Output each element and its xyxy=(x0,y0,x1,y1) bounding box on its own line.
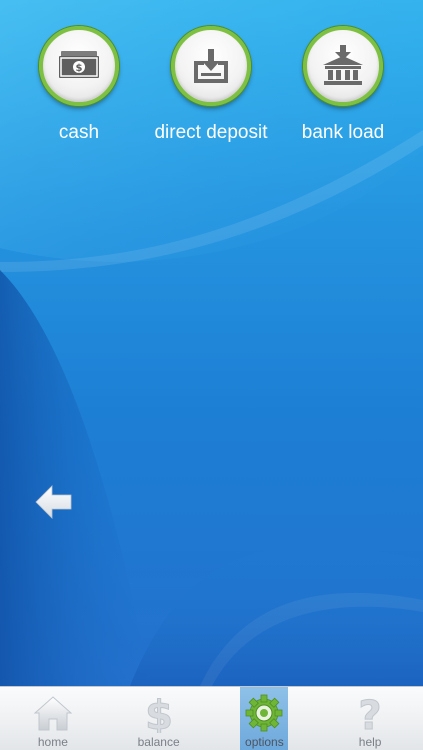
tab-help-label: help xyxy=(358,735,382,749)
svg-text:$: $ xyxy=(76,63,83,74)
option-bank-load[interactable]: bank load xyxy=(273,26,413,144)
tab-options-area[interactable]: options xyxy=(240,687,289,750)
option-cash[interactable]: $ cash xyxy=(9,26,149,144)
tab-home[interactable]: home xyxy=(0,687,106,750)
tab-balance-area[interactable]: $ balance xyxy=(135,687,183,750)
tab-help[interactable]: ? help xyxy=(317,687,423,750)
cash-icon: $ xyxy=(59,51,99,78)
tab-balance[interactable]: $ balance xyxy=(106,687,212,750)
dollar-icon: $ xyxy=(144,693,173,733)
tab-options[interactable]: options xyxy=(212,687,318,750)
gear-icon xyxy=(245,694,283,732)
direct-deposit-button[interactable] xyxy=(171,26,251,106)
back-arrow-icon xyxy=(35,485,72,519)
direct-deposit-label: direct deposit xyxy=(154,122,268,143)
bank-load-label: bank load xyxy=(301,122,385,143)
tab-bar: home $ balance options ? help xyxy=(0,686,423,750)
load-options: $ cash direct deposit bank load xyxy=(0,26,423,156)
direct-deposit-icon xyxy=(194,49,228,83)
bank-load-icon xyxy=(323,45,363,85)
option-direct-deposit[interactable]: direct deposit xyxy=(141,26,281,144)
cash-label: cash xyxy=(58,122,100,143)
tab-home-area[interactable]: home xyxy=(29,687,77,750)
cash-button[interactable]: $ xyxy=(39,26,119,106)
svg-text:?: ? xyxy=(359,693,382,733)
tab-balance-label: balance xyxy=(137,735,180,749)
bank-load-button[interactable] xyxy=(303,26,383,106)
tab-home-label: home xyxy=(37,735,68,749)
tab-options-label: options xyxy=(245,735,284,749)
svg-text:$: $ xyxy=(145,693,173,733)
tab-help-area[interactable]: ? help xyxy=(346,687,394,750)
home-icon xyxy=(33,696,73,731)
back-button[interactable] xyxy=(34,482,74,522)
screen: $ cash direct deposit bank load home $ b… xyxy=(0,0,423,750)
question-icon: ? xyxy=(358,693,382,733)
